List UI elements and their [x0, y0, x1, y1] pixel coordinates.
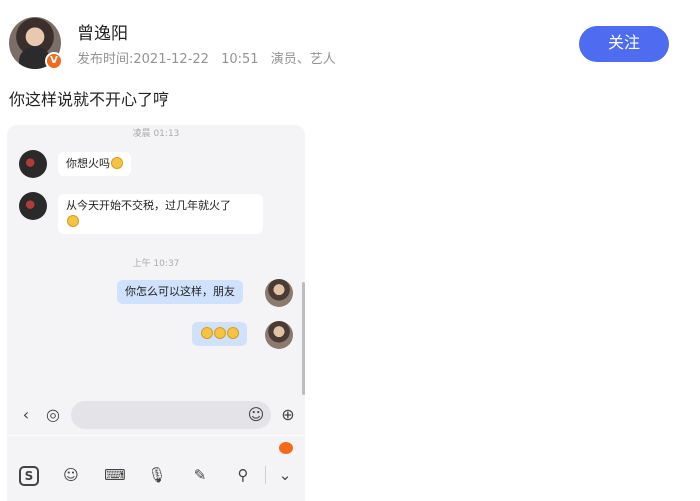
divider: [265, 466, 266, 484]
laughing-emoji-icon: [214, 327, 226, 339]
chat-message-self: [192, 322, 247, 346]
publish-time: 发布时间:2021-12-22: [77, 52, 209, 67]
sogou-logo-icon[interactable]: S: [19, 466, 39, 486]
voice-icon[interactable]: ◎: [42, 403, 64, 427]
keyboard-toolbar: S ☺ ⌨ 🎙 ✎ ⚲ ⌄: [7, 436, 305, 501]
chat-avatar-other: [19, 192, 47, 220]
chat-avatar-other: [19, 150, 47, 178]
mascot-icon: [279, 442, 293, 454]
microphone-icon[interactable]: 🎙: [146, 464, 168, 486]
chat-input-bar: ‹ ◎ ☺ ⊕: [7, 395, 305, 435]
smiley-icon[interactable]: ☺: [60, 464, 82, 486]
search-icon[interactable]: ⚲: [232, 464, 254, 486]
smiley-icon[interactable]: ☺: [245, 403, 267, 427]
author-avatar[interactable]: V: [9, 17, 63, 70]
smiley-emoji-icon: [67, 215, 79, 227]
post-page: V 曾逸阳 发布时间:2021-12-22 10:51 演员、艺人 关注 你这样…: [0, 0, 700, 501]
chevron-down-icon[interactable]: ⌄: [274, 464, 296, 486]
message-input[interactable]: [71, 401, 271, 429]
chat-timestamp: 上午 10:37: [132, 259, 180, 269]
chat-screenshot-image[interactable]: 凌晨 01:13 你想火吗 从今天开始不交税，过几年就火了 上午 10:37 你…: [7, 125, 305, 501]
chat-message-text: 你怎么可以这样，朋友: [125, 285, 235, 298]
author-name[interactable]: 曾逸阳: [77, 19, 128, 44]
chat-message: 从今天开始不交税，过几年就火了: [58, 194, 263, 234]
follow-button[interactable]: 关注: [579, 26, 669, 62]
verified-badge-icon: V: [45, 52, 63, 70]
keyboard-icon[interactable]: ⌨: [104, 464, 126, 486]
chat-timestamp: 凌晨 01:13: [132, 129, 180, 139]
chat-message-text: 从今天开始不交税，过几年就火了: [66, 199, 231, 212]
chat-message-self: 你怎么可以这样，朋友: [117, 280, 243, 304]
publish-clock: 10:51: [221, 52, 259, 67]
chat-avatar-self: [265, 279, 293, 307]
chevron-left-icon[interactable]: ‹: [17, 403, 35, 427]
pen-icon[interactable]: ✎: [189, 464, 211, 486]
scrollbar[interactable]: [302, 282, 305, 395]
plus-icon[interactable]: ⊕: [277, 403, 299, 427]
laughing-emoji-icon: [227, 327, 239, 339]
chat-avatar-self: [265, 321, 293, 349]
post-text: 你这样说就不开心了哼: [9, 90, 170, 109]
laughing-emoji-icon: [201, 327, 213, 339]
author-role: 演员、艺人: [270, 52, 336, 67]
post-meta: 发布时间:2021-12-22 10:51 演员、艺人: [77, 48, 344, 67]
chat-message-text: 你想火吗: [66, 157, 110, 170]
chat-message: 你想火吗: [58, 152, 131, 176]
smiley-emoji-icon: [111, 157, 123, 169]
